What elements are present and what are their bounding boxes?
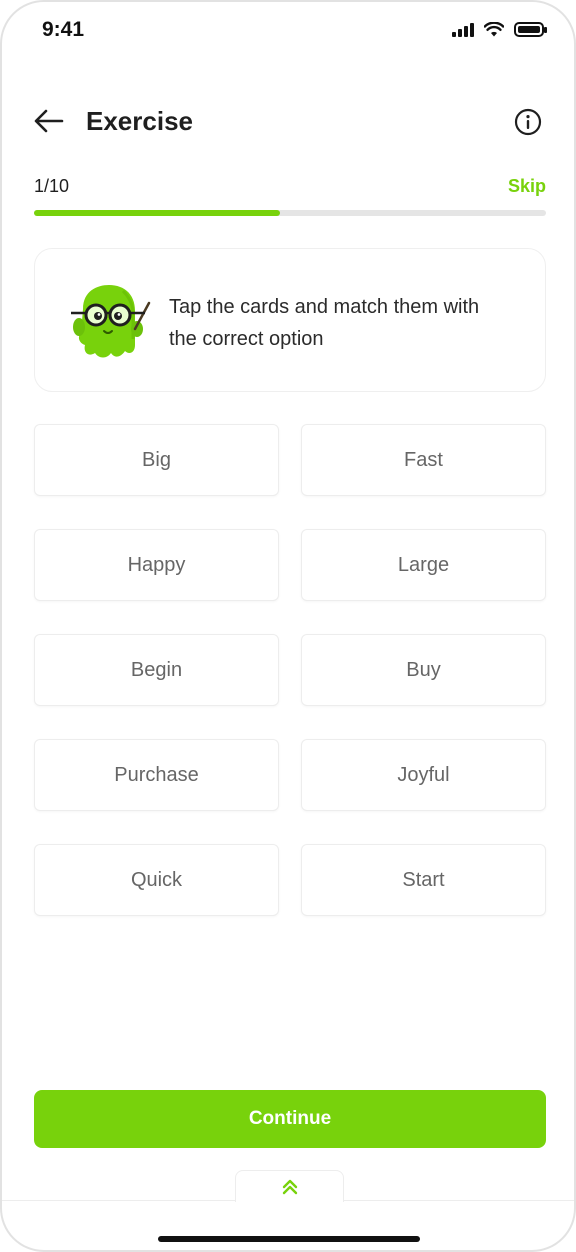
match-card-quick[interactable]: Quick xyxy=(34,844,279,916)
progress-count: 1/10 xyxy=(34,176,70,196)
match-card-big[interactable]: Big xyxy=(34,424,279,496)
match-card-joyful[interactable]: Joyful xyxy=(301,739,546,811)
progress-row: 1/10 Skip xyxy=(34,174,546,204)
status-icons xyxy=(452,22,547,37)
double-chevron-up-icon xyxy=(282,1179,297,1194)
mascot-teacher-illustration xyxy=(71,285,151,358)
arrow-left-icon xyxy=(34,109,64,133)
match-card-happy[interactable]: Happy xyxy=(34,529,279,601)
skip-link[interactable]: Skip xyxy=(508,176,546,197)
back-button[interactable] xyxy=(32,106,66,136)
match-card-fast[interactable]: Fast xyxy=(301,424,546,496)
cellular-signal-icon xyxy=(452,22,474,37)
home-indicator xyxy=(158,1236,420,1242)
page-title: Exercise xyxy=(86,106,193,136)
match-card-start[interactable]: Start xyxy=(301,844,546,916)
match-card-begin[interactable]: Begin xyxy=(34,634,279,706)
match-card-buy[interactable]: Buy xyxy=(301,634,546,706)
status-time: 9:41 xyxy=(42,18,85,41)
instruction-card: Tap the cards and match them with the co… xyxy=(34,248,546,392)
continue-button[interactable]: Continue xyxy=(34,1090,546,1148)
info-button[interactable] xyxy=(514,108,542,136)
expand-tab[interactable] xyxy=(235,1170,344,1202)
wifi-icon xyxy=(484,22,504,37)
progress-fill xyxy=(34,210,280,216)
match-card-purchase[interactable]: Purchase xyxy=(34,739,279,811)
match-card-large[interactable]: Large xyxy=(301,529,546,601)
status-bar: 9:41 xyxy=(2,2,574,62)
progress-bar xyxy=(34,210,546,216)
info-circle-icon xyxy=(514,108,542,136)
cards-grid: Big Fast Happy Large Begin Buy Purchase … xyxy=(34,424,546,916)
instruction-text: Tap the cards and match them with the co… xyxy=(169,296,480,350)
battery-icon xyxy=(514,22,547,37)
phone-screen: 9:41 Exercise 1/10 Skip Tap the cards an… xyxy=(0,0,576,1252)
header: Exercise xyxy=(2,92,574,152)
